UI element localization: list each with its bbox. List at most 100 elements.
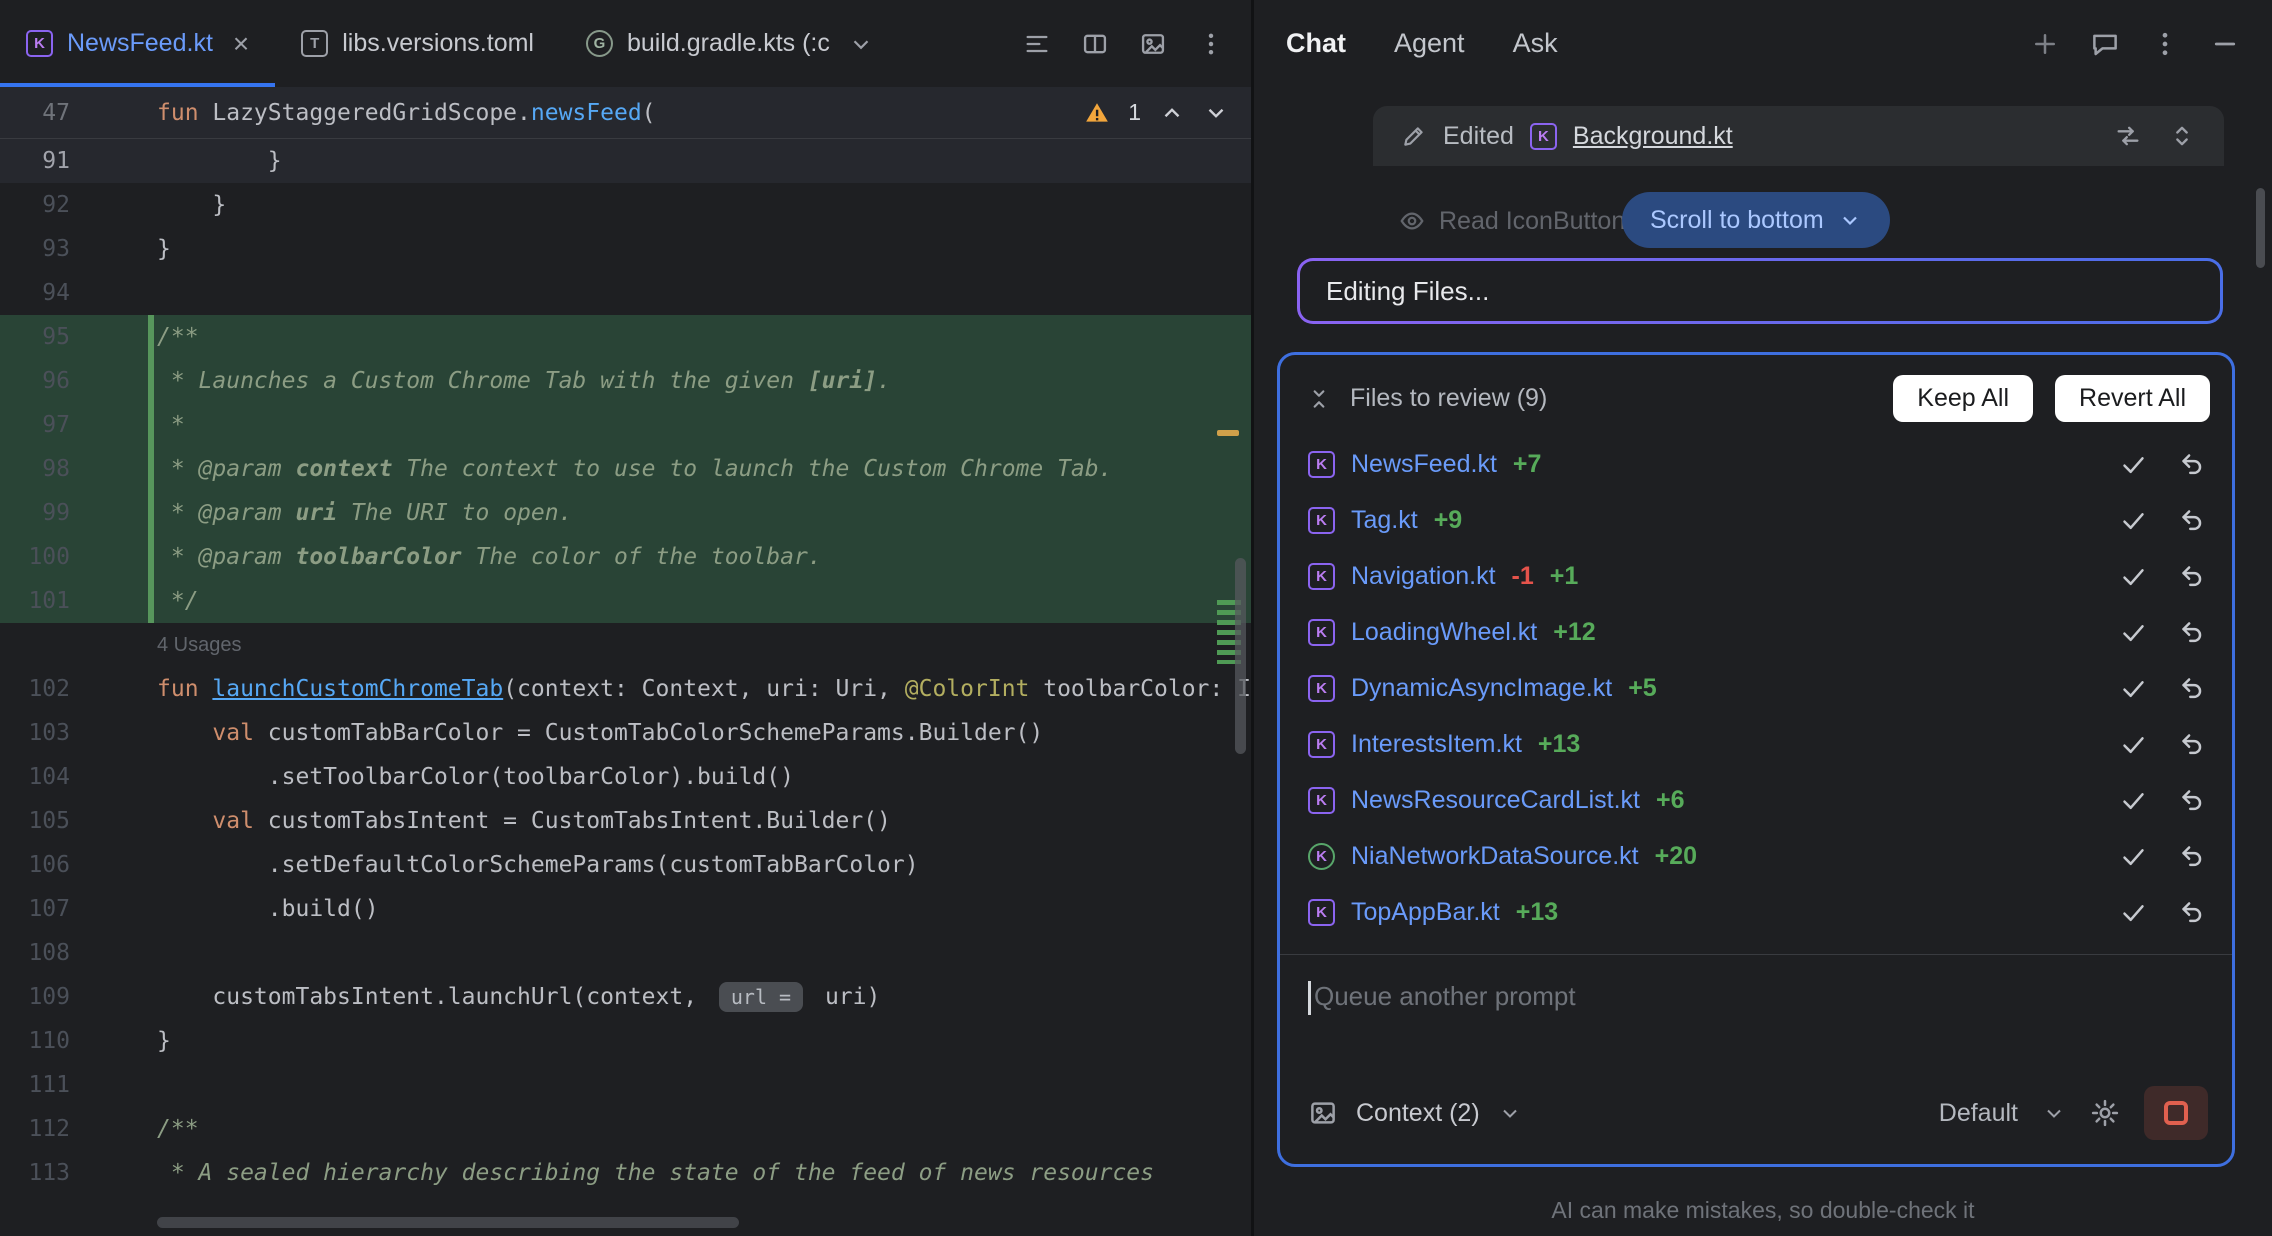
code-line-99[interactable]: 99 * @param uri The URI to open. [0, 491, 1251, 535]
line-number[interactable]: 111 [0, 1072, 70, 1098]
model-selector[interactable]: Default [1939, 1099, 2018, 1128]
attach-image-icon[interactable] [1308, 1098, 1338, 1128]
scroll-to-bottom-button[interactable]: Scroll to bottom [1622, 192, 1890, 248]
file-link[interactable]: DynamicAsyncImage.kt [1351, 674, 1612, 703]
file-link[interactable]: NewsResourceCardList.kt [1351, 786, 1640, 815]
file-review-row[interactable]: KNavigation.kt-1+1 [1280, 548, 2232, 604]
line-number[interactable]: 92 [0, 192, 70, 218]
chat-more-kebab-icon[interactable] [2150, 29, 2180, 59]
revert-file-undo-icon[interactable] [2179, 507, 2206, 534]
file-link[interactable]: InterestsItem.kt [1351, 730, 1522, 759]
hide-panel-minus-icon[interactable] [2210, 29, 2240, 59]
usages-hint[interactable]: 4 Usages [157, 634, 242, 657]
code-line-104[interactable]: 104 .setToolbarColor(toolbarColor).build… [0, 755, 1251, 799]
tab-ask[interactable]: Ask [1513, 28, 1558, 59]
context-selector[interactable]: Context (2) [1356, 1099, 1480, 1128]
code-line-110[interactable]: 110} [0, 1019, 1251, 1063]
structure-lines-icon[interactable] [1023, 30, 1051, 58]
keep-file-check-icon[interactable] [2120, 563, 2147, 590]
line-number[interactable]: 109 [0, 984, 70, 1010]
keep-file-check-icon[interactable] [2120, 787, 2147, 814]
line-number[interactable]: 93 [0, 236, 70, 262]
file-link[interactable]: TopAppBar.kt [1351, 898, 1500, 927]
expand-unfold-icon[interactable] [2168, 122, 2196, 150]
code-line-92[interactable]: 92 } [0, 183, 1251, 227]
revert-file-undo-icon[interactable] [2179, 731, 2206, 758]
prompt-input[interactable]: Queue another prompt [1280, 955, 2232, 1086]
line-number[interactable]: 105 [0, 808, 70, 834]
code-line-111[interactable]: 111 [0, 1063, 1251, 1107]
code-line-97[interactable]: 97 * [0, 403, 1251, 447]
code-line-96[interactable]: 96 * Launches a Custom Chrome Tab with t… [0, 359, 1251, 403]
code-line-113[interactable]: 113 * A sealed hierarchy describing the … [0, 1151, 1251, 1195]
code-line-103[interactable]: 103 val customTabBarColor = CustomTabCol… [0, 711, 1251, 755]
keep-file-check-icon[interactable] [2120, 675, 2147, 702]
revert-file-undo-icon[interactable] [2179, 563, 2206, 590]
close-tab-icon[interactable]: × [233, 28, 249, 60]
keep-file-check-icon[interactable] [2120, 507, 2147, 534]
line-number[interactable]: 112 [0, 1116, 70, 1142]
line-number[interactable]: 110 [0, 1028, 70, 1054]
sticky-function-header[interactable]: 47 fun LazyStaggeredGridScope.newsFeed( … [0, 87, 1251, 139]
settings-gear-icon[interactable] [2090, 1098, 2120, 1128]
model-chevron-down-icon[interactable] [2042, 1101, 2066, 1125]
code-line-91[interactable]: 91 } [0, 139, 1251, 183]
line-number[interactable]: 103 [0, 720, 70, 746]
file-review-row[interactable]: KTag.kt+9 [1280, 492, 2232, 548]
tab-chat[interactable]: Chat [1286, 28, 1346, 59]
new-chat-plus-icon[interactable] [2030, 29, 2060, 59]
revert-file-undo-icon[interactable] [2179, 899, 2206, 926]
code-line-94[interactable]: 94 [0, 271, 1251, 315]
warning-icon[interactable] [1084, 100, 1110, 126]
code-line-107[interactable]: 107 .build() [0, 887, 1251, 931]
code-line-95[interactable]: 95/** [0, 315, 1251, 359]
file-link[interactable]: Navigation.kt [1351, 562, 1496, 591]
file-link[interactable]: LoadingWheel.kt [1351, 618, 1537, 647]
line-number[interactable]: 100 [0, 544, 70, 570]
file-link[interactable]: Tag.kt [1351, 506, 1418, 535]
revert-file-undo-icon[interactable] [2179, 675, 2206, 702]
collapse-chevrons-icon[interactable] [1306, 386, 1332, 412]
file-review-row[interactable]: KLoadingWheel.kt+12 [1280, 604, 2232, 660]
code-line-109[interactable]: 109 customTabsIntent.launchUrl(context, … [0, 975, 1251, 1019]
file-review-row[interactable]: KNiaNetworkDataSource.kt+20 [1280, 828, 2232, 884]
file-link[interactable]: NewsFeed.kt [1351, 450, 1497, 479]
keep-file-check-icon[interactable] [2120, 899, 2147, 926]
tab-agent[interactable]: Agent [1394, 28, 1465, 59]
tab-list-chevron-down-icon[interactable] [848, 31, 874, 57]
edited-file-step[interactable]: Edited K Background.kt [1373, 106, 2224, 166]
file-review-row[interactable]: KTopAppBar.kt+13 [1280, 884, 2232, 940]
file-review-row[interactable]: KInterestsItem.kt+13 [1280, 716, 2232, 772]
keep-all-button[interactable]: Keep All [1893, 375, 2033, 422]
read-file-step[interactable]: Read IconButton. [1399, 196, 1632, 246]
line-number[interactable]: 95 [0, 324, 70, 350]
keep-file-check-icon[interactable] [2120, 731, 2147, 758]
code-line-100[interactable]: 100 * @param toolbarColor The color of t… [0, 535, 1251, 579]
tab-build-gradle-kts[interactable]: G build.gradle.kts (:c [560, 0, 900, 87]
prev-problem-chevron-up-icon[interactable] [1159, 100, 1185, 126]
line-number[interactable]: 97 [0, 412, 70, 438]
editor-vertical-scrollbar[interactable] [1235, 558, 1246, 754]
code-area[interactable]: 91 }92 }93} 94 95/**96 * Launches a Custom… [0, 139, 1251, 1236]
file-review-row[interactable]: KDynamicAsyncImage.kt+5 [1280, 660, 2232, 716]
stop-button[interactable] [2144, 1086, 2208, 1140]
file-review-row[interactable]: KNewsResourceCardList.kt+6 [1280, 772, 2232, 828]
line-number[interactable]: 91 [0, 148, 70, 174]
code-line-93[interactable]: 93} [0, 227, 1251, 271]
code-line-102[interactable]: 102fun launchCustomChromeTab(context: Co… [0, 667, 1251, 711]
revert-file-undo-icon[interactable] [2179, 451, 2206, 478]
line-number[interactable]: 94 [0, 280, 70, 306]
keep-file-check-icon[interactable] [2120, 451, 2147, 478]
file-link[interactable]: NiaNetworkDataSource.kt [1351, 842, 1639, 871]
keep-file-check-icon[interactable] [2120, 843, 2147, 870]
line-number[interactable]: 99 [0, 500, 70, 526]
tab-newsfeed-kt[interactable]: K NewsFeed.kt × [0, 0, 275, 87]
revert-all-button[interactable]: Revert All [2055, 375, 2210, 422]
line-number[interactable]: 113 [0, 1160, 70, 1186]
chat-history-bubble-icon[interactable] [2090, 29, 2120, 59]
code-line-106[interactable]: 106 .setDefaultColorSchemeParams(customT… [0, 843, 1251, 887]
line-number[interactable]: 106 [0, 852, 70, 878]
keep-file-check-icon[interactable] [2120, 619, 2147, 646]
code-line-108[interactable]: 108 [0, 931, 1251, 975]
file-review-row[interactable]: KNewsFeed.kt+7 [1280, 436, 2232, 492]
